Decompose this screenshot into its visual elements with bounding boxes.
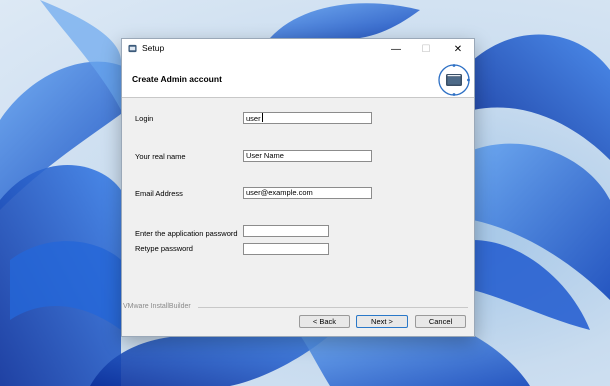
- title-bar[interactable]: Setup — ☐ ✕: [122, 39, 474, 59]
- cancel-button[interactable]: Cancel: [415, 315, 466, 328]
- real-name-label: Your real name: [135, 152, 186, 161]
- real-name-input-value: User Name: [246, 151, 284, 160]
- maximize-button[interactable]: ☐: [411, 39, 441, 59]
- minimize-button[interactable]: —: [381, 39, 411, 59]
- password-input[interactable]: [243, 225, 329, 237]
- installer-window-icon: [438, 64, 470, 96]
- retype-password-input[interactable]: [243, 243, 329, 255]
- real-name-input[interactable]: User Name: [243, 150, 372, 162]
- text-caret: [261, 113, 263, 122]
- close-button[interactable]: ✕: [443, 39, 473, 59]
- next-button[interactable]: Next >: [356, 315, 408, 328]
- setup-dialog: Setup — ☐ ✕ Create Admin account Login u…: [121, 38, 475, 337]
- password-label: Enter the application password: [135, 229, 238, 238]
- email-input[interactable]: user@example.com: [243, 187, 372, 199]
- login-input-value: user: [246, 114, 261, 123]
- back-button[interactable]: < Back: [299, 315, 350, 328]
- email-label: Email Address: [135, 189, 183, 198]
- footer-divider: [198, 307, 468, 308]
- login-label: Login: [135, 114, 154, 123]
- retype-password-label: Retype password: [135, 244, 193, 253]
- setup-app-icon: [128, 44, 137, 53]
- dialog-header: Create Admin account: [122, 59, 474, 98]
- window-title: Setup: [142, 43, 165, 53]
- installer-brand-label: VMware InstallBuilder: [123, 303, 191, 310]
- login-input[interactable]: user: [243, 112, 372, 124]
- email-input-value: user@example.com: [246, 188, 313, 197]
- page-title: Create Admin account: [132, 74, 222, 84]
